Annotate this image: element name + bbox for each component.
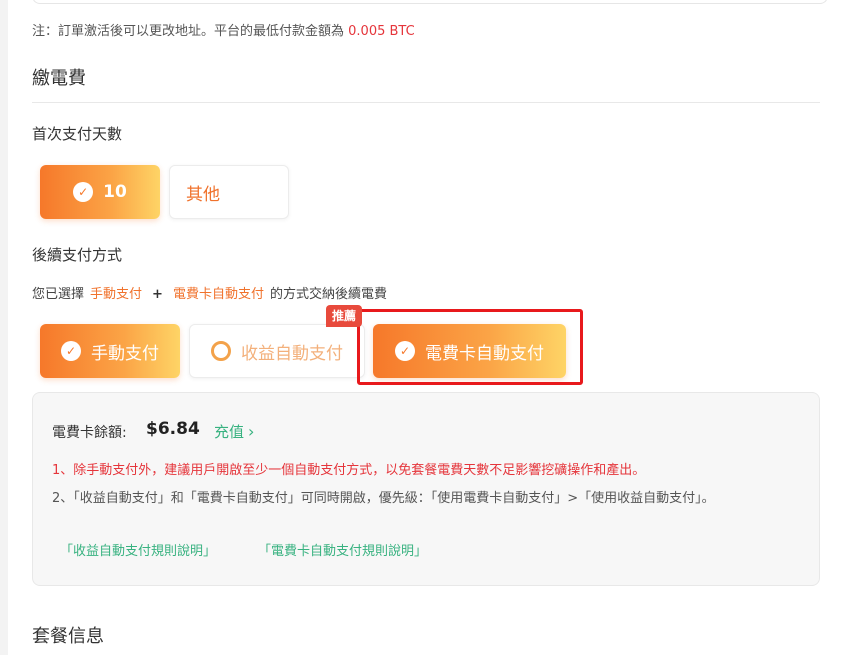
- days-option-other[interactable]: 其他: [169, 165, 289, 219]
- minimum-amount: 0.005 BTC: [348, 24, 415, 39]
- days-option-10[interactable]: ✓ 10: [40, 165, 160, 219]
- auto-payment-warning: 1、除手動支付外，建議用戶開啟至少一個自動支付方式，以免套餐電費天數不足影響挖礦…: [52, 463, 646, 478]
- method-label: 手動支付: [91, 343, 159, 364]
- address-note: 注：訂單激活後可以更改地址。平台的最低付款金額為 0.005 BTC: [32, 20, 415, 39]
- chevron-right-icon: ›: [248, 422, 255, 441]
- subsequent-payment-label: 後續支付方式: [32, 246, 123, 264]
- card-auto-payment-rules-link[interactable]: 「電費卡自動支付規則說明」: [258, 540, 427, 559]
- desc-prefix: 您已選擇: [32, 287, 85, 302]
- method-label: 收益自動支付: [241, 343, 343, 364]
- card-balance-value: $6.84: [146, 419, 200, 439]
- section-divider: [32, 102, 820, 103]
- selected-method-2: 電費卡自動支付: [172, 287, 264, 302]
- days-option-label: 10: [103, 182, 127, 202]
- recommended-badge: 推薦: [326, 305, 363, 327]
- method-earnings-auto-payment[interactable]: 收益自動支付: [189, 324, 365, 378]
- earnings-auto-payment-rules-link[interactable]: 「收益自動支付規則說明」: [60, 540, 216, 559]
- unchecked-circle-icon: [211, 341, 231, 361]
- days-option-label: 其他: [186, 184, 220, 205]
- selected-methods-description: 您已選擇 手動支付 + 電費卡自動支付 的方式交納後續電費: [32, 283, 387, 302]
- card-balance-label: 電費卡餘額:: [52, 425, 127, 441]
- check-icon: ✓: [61, 341, 81, 361]
- selected-method-1: 手動支付: [90, 287, 143, 302]
- desc-suffix: 的方式交納後續電費: [269, 287, 387, 302]
- section-title: 繳電費: [32, 68, 86, 89]
- method-manual-payment[interactable]: ✓ 手動支付: [40, 324, 180, 378]
- address-note-text: 注：訂單激活後可以更改地址。平台的最低付款金額為: [32, 24, 345, 39]
- previous-card-edge: [32, 0, 828, 4]
- recharge-link[interactable]: 充值 ›: [214, 421, 254, 442]
- first-payment-days-label: 首次支付天數: [32, 125, 123, 143]
- package-info-title: 套餐信息: [32, 626, 104, 647]
- highlight-annotation: [357, 309, 583, 385]
- recharge-label: 充值: [214, 423, 245, 441]
- plus-sign: +: [152, 287, 163, 302]
- check-icon: ✓: [73, 182, 94, 202]
- priority-note: 2、「收益自動支付」和「電費卡自動支付」可同時開啟，優先級：「使用電費卡自動支付…: [52, 491, 715, 506]
